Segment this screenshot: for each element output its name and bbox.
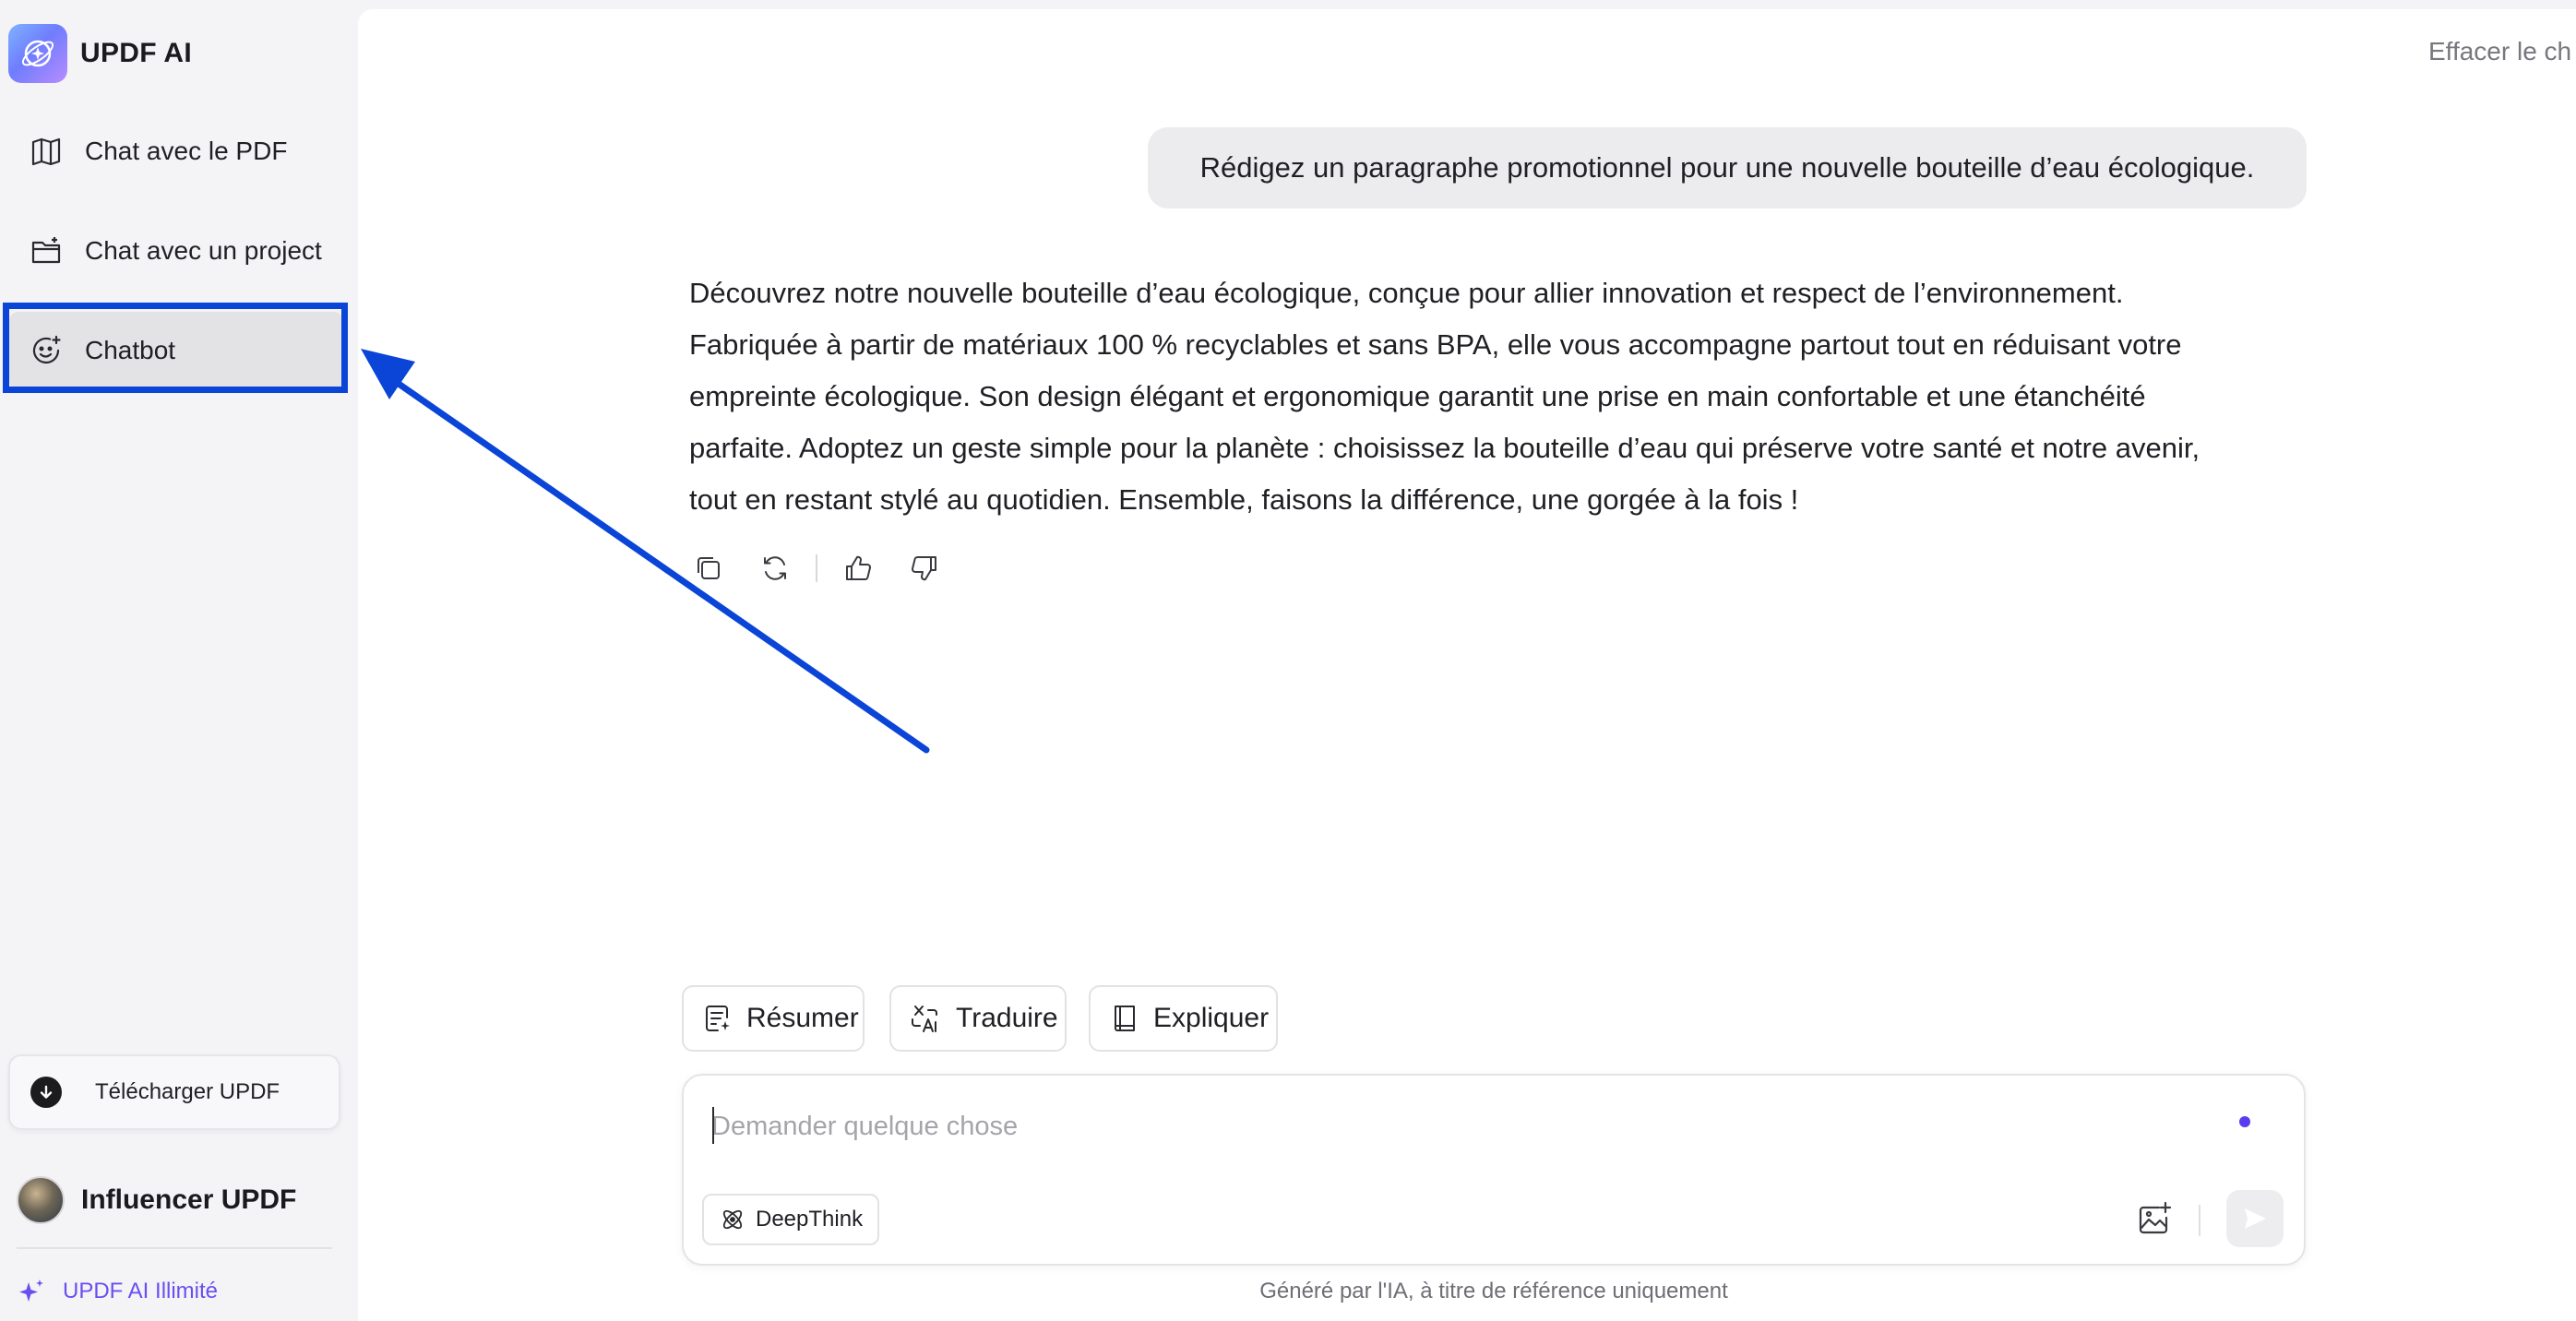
- user-message-bubble: Rédigez un paragraphe promotionnel pour …: [1148, 127, 2307, 208]
- status-dot-icon: [2239, 1116, 2250, 1127]
- sidebar-item-chat-pdf[interactable]: Chat avec le PDF: [9, 113, 343, 190]
- sidebar: UPDF AI Chat avec le PDF Chat avec un pr…: [0, 0, 352, 1321]
- sidebar-item-chat-project[interactable]: Chat avec un project: [9, 212, 343, 290]
- thumbs-up-icon[interactable]: [838, 548, 878, 589]
- send-icon: [2245, 1208, 2266, 1229]
- send-button[interactable]: [2226, 1190, 2284, 1247]
- app-window: UPDF AI Chat avec le PDF Chat avec un pr…: [0, 0, 2576, 1321]
- regenerate-icon[interactable]: [755, 548, 795, 589]
- brand-name: UPDF AI: [80, 38, 192, 68]
- message-actions: [688, 548, 945, 589]
- plan-label: UPDF AI Illimité: [63, 1279, 219, 1303]
- plan-upgrade-link[interactable]: UPDF AI Illimité: [17, 1277, 218, 1306]
- atom-icon: [719, 1206, 746, 1233]
- sidebar-item-chatbot[interactable]: Chatbot: [9, 312, 343, 389]
- user-name: Influencer UPDF: [81, 1184, 297, 1215]
- answer-line: Fabriquée à partir de matériaux 100 % re…: [689, 328, 2182, 361]
- translate-icon: [910, 1002, 943, 1035]
- thumbs-down-icon[interactable]: [904, 548, 945, 589]
- user-profile[interactable]: Influencer UPDF: [17, 1176, 296, 1224]
- summary-icon: [702, 1002, 733, 1035]
- avatar: [17, 1176, 65, 1224]
- summarize-button[interactable]: Résumer: [682, 985, 865, 1052]
- answer-line: parfaite. Adoptez un geste simple pour l…: [689, 432, 2200, 464]
- translate-button[interactable]: Traduire: [889, 985, 1067, 1052]
- download-icon: [30, 1077, 62, 1108]
- text-caret: [712, 1107, 714, 1144]
- actions-divider: [816, 554, 817, 582]
- sidebar-item-label: Chat avec un project: [85, 236, 322, 265]
- deepthink-label: DeepThink: [756, 1207, 864, 1232]
- brand: UPDF AI: [8, 24, 192, 83]
- translate-label: Traduire: [956, 1003, 1058, 1033]
- folder-icon: [28, 232, 65, 269]
- book-open-icon: [1109, 1002, 1140, 1035]
- add-image-icon[interactable]: [2130, 1196, 2178, 1244]
- message-composer: DeepThink: [682, 1074, 2306, 1266]
- sidebar-divider: [17, 1247, 332, 1249]
- bot-icon: [28, 332, 65, 369]
- updf-logo-icon: [8, 24, 67, 83]
- sidebar-item-label: Chatbot: [85, 336, 176, 364]
- answer-line: Découvrez notre nouvelle bouteille d’eau…: [689, 277, 2124, 309]
- explain-button[interactable]: Expliquer: [1089, 985, 1278, 1052]
- assistant-answer: Découvrez notre nouvelle bouteille d’eau…: [689, 268, 2313, 526]
- message-input[interactable]: [711, 1103, 2206, 1149]
- deepthink-toggle[interactable]: DeepThink: [702, 1194, 880, 1245]
- download-updf-button[interactable]: Télécharger UPDF: [8, 1054, 340, 1130]
- composer-divider: [2199, 1205, 2200, 1236]
- ai-disclaimer: Généré par l'IA, à titre de référence un…: [1259, 1279, 1728, 1303]
- clear-chat-button[interactable]: Effacer le ch: [2428, 37, 2571, 66]
- copy-icon[interactable]: [688, 548, 729, 589]
- explain-label: Expliquer: [1153, 1003, 1270, 1033]
- sparkle-icon: [17, 1277, 46, 1306]
- answer-line: tout en restant stylé au quotidien. Ense…: [689, 483, 1799, 516]
- answer-line: empreinte écologique. Son design élégant…: [689, 380, 2146, 412]
- book-icon: [28, 133, 65, 170]
- summarize-label: Résumer: [746, 1003, 859, 1033]
- download-label: Télécharger UPDF: [95, 1079, 280, 1104]
- sidebar-item-label: Chat avec le PDF: [85, 137, 288, 165]
